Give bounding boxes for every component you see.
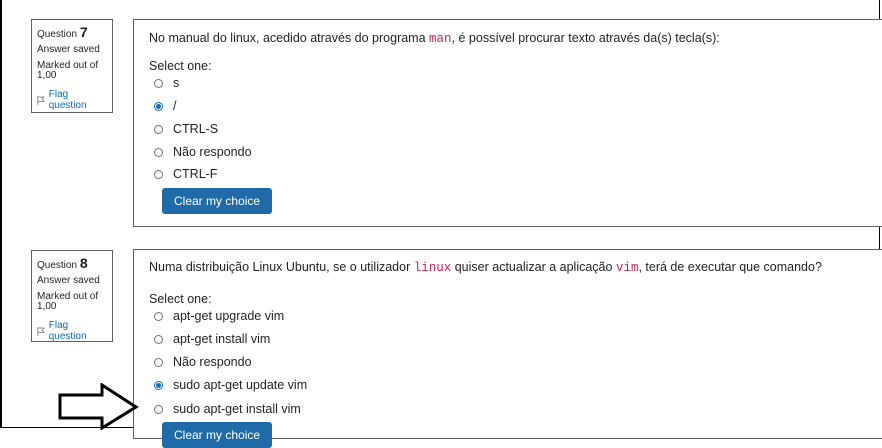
- question-8-content: Numa distribuição Linux Ubuntu, se o uti…: [133, 249, 882, 448]
- answer-option[interactable]: Não respondo: [154, 353, 252, 371]
- radio-button[interactable]: [154, 334, 163, 344]
- flag-icon: [37, 326, 45, 336]
- radio-button-selected[interactable]: [154, 380, 163, 390]
- flag-icon: [37, 95, 45, 105]
- radio-button[interactable]: [154, 357, 163, 367]
- answer-option[interactable]: sudo apt-get update vim: [154, 376, 307, 394]
- question-number: Question 8: [37, 255, 88, 271]
- question-7-info: Question 7 Answer saved Marked out of 1,0…: [31, 19, 113, 113]
- answer-option[interactable]: CTRL-F: [154, 165, 217, 183]
- answer-option[interactable]: Não respondo: [154, 143, 252, 161]
- select-one-prompt: Select one:: [149, 292, 212, 306]
- inline-code: vim: [615, 261, 639, 275]
- flag-question-link[interactable]: Flag question: [37, 89, 107, 111]
- question-text: No manual do linux, acedido através do p…: [149, 31, 720, 46]
- clear-choice-button[interactable]: Clear my choice: [162, 422, 273, 448]
- inline-code: linux: [413, 261, 452, 275]
- radio-button[interactable]: [154, 169, 163, 179]
- answer-option[interactable]: CTRL-S: [154, 120, 218, 138]
- flag-question-link[interactable]: Flag question: [37, 320, 107, 342]
- question-number: Question 7: [37, 24, 88, 40]
- radio-button[interactable]: [154, 124, 163, 134]
- answer-option[interactable]: sudo apt-get install vim: [154, 400, 301, 418]
- answer-option[interactable]: /: [154, 97, 176, 115]
- arrow-right-icon: [58, 383, 139, 430]
- answer-option[interactable]: apt-get upgrade vim: [154, 307, 284, 325]
- answer-option[interactable]: apt-get install vim: [154, 330, 270, 348]
- question-grade: Marked out of 1,00: [37, 60, 99, 81]
- select-one-prompt: Select one:: [149, 59, 212, 73]
- radio-button[interactable]: [154, 311, 163, 321]
- question-8-info: Question 8 Answer saved Marked out of 1,0…: [31, 250, 113, 342]
- question-text: Numa distribuição Linux Ubuntu, se o uti…: [149, 260, 822, 275]
- question-7-content: No manual do linux, acedido através do p…: [133, 19, 882, 227]
- question-state: Answer saved: [37, 44, 100, 55]
- radio-button[interactable]: [154, 78, 163, 88]
- answer-option[interactable]: s: [154, 74, 179, 92]
- question-grade: Marked out of 1,00: [37, 291, 99, 312]
- radio-button[interactable]: [154, 147, 163, 157]
- question-state: Answer saved: [37, 275, 100, 286]
- clear-choice-button[interactable]: Clear my choice: [162, 188, 273, 214]
- inline-code: man: [429, 32, 452, 46]
- radio-button[interactable]: [154, 404, 163, 414]
- radio-button-selected[interactable]: [154, 101, 163, 111]
